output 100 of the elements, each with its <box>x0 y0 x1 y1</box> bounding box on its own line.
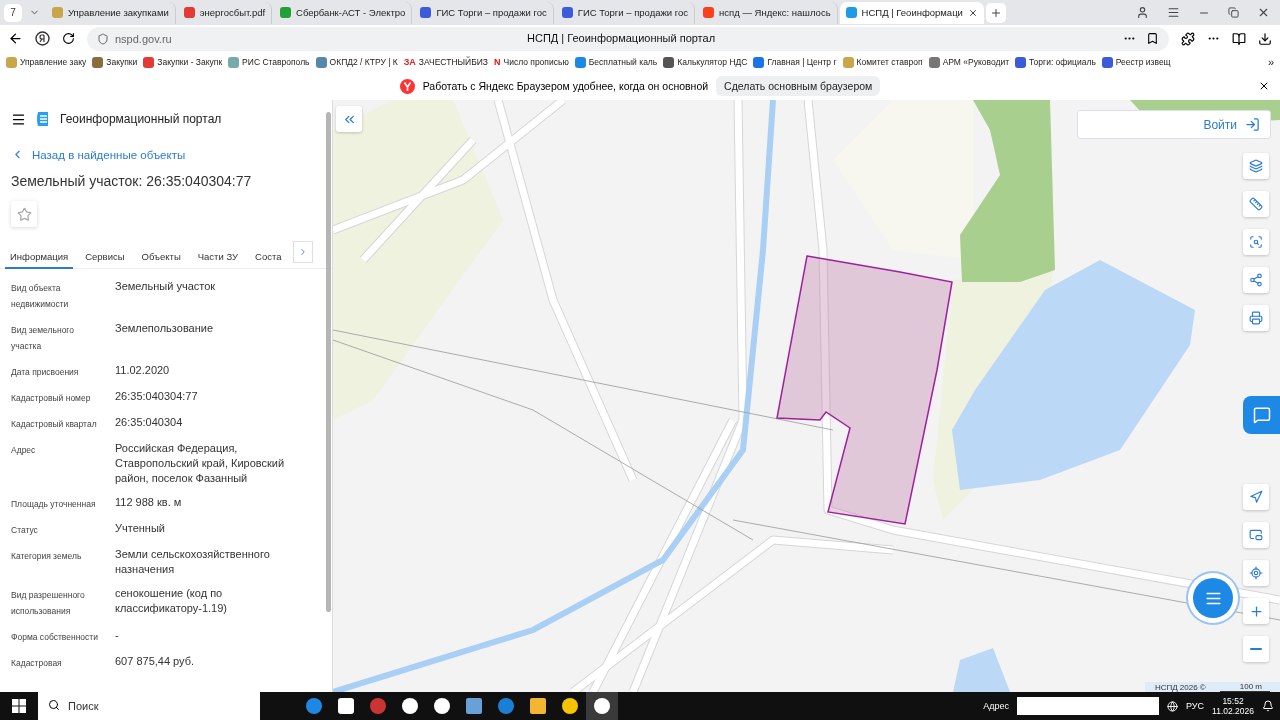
bookmark-link[interactable]: Реестр извещ <box>1101 56 1171 68</box>
favicon-icon <box>92 56 104 68</box>
property-value: - <box>115 628 120 643</box>
layers-button[interactable] <box>1243 153 1269 179</box>
bookmark-link[interactable]: Закупки <box>92 56 138 68</box>
close-icon[interactable] <box>1258 80 1270 92</box>
property-value: 11.02.2020 <box>115 363 171 378</box>
property-label: Вид земельного участка <box>11 324 75 353</box>
browser-tab[interactable]: нспд — Яндекс: нашлось <box>697 1 838 24</box>
minimap-button[interactable] <box>1243 522 1269 548</box>
ruler-button[interactable] <box>1243 191 1269 217</box>
profile-icon[interactable] <box>1136 6 1149 19</box>
info-tab[interactable]: Информация <box>5 239 74 269</box>
home-circle-icon[interactable] <box>35 31 50 46</box>
make-default-button[interactable]: Сделать основным браузером <box>716 76 881 96</box>
favicon-icon <box>280 7 292 18</box>
browser-tab[interactable]: НСПД | Геоинформаци <box>839 1 984 24</box>
object-title: Земельный участок: 26:35:040304:77 <box>10 172 253 189</box>
share-icon <box>1249 273 1263 287</box>
property-value: Земли сельскохозяйственного назначения <box>115 547 271 577</box>
app-icon <box>338 698 354 714</box>
taskbar-search-field[interactable]: Поиск <box>38 692 260 720</box>
more-bookmarks-button[interactable]: » <box>1267 56 1274 68</box>
property-label: Площадь уточненная <box>11 498 97 511</box>
share-button[interactable] <box>1243 267 1269 293</box>
property-label: Категория земель <box>11 550 83 563</box>
property-value: Земельный участок <box>115 279 217 294</box>
print-button[interactable] <box>1243 305 1269 331</box>
property-value: 26:35:040304 <box>115 415 184 430</box>
shield-icon <box>97 32 109 45</box>
zoom-in-button[interactable] <box>1243 598 1269 624</box>
scrollbar[interactable] <box>326 112 331 612</box>
bookmark-link[interactable]: Управление заку <box>6 56 87 68</box>
copyright-text: НСПД 2026 © <box>1154 682 1206 692</box>
favicon-icon <box>315 56 327 68</box>
back-link[interactable]: Назад в найденные объекты <box>0 138 332 161</box>
download-icon[interactable] <box>1258 31 1272 46</box>
network-icon[interactable] <box>1167 700 1179 712</box>
extension-icon[interactable] <box>1181 31 1195 46</box>
collapse-panel-button[interactable] <box>336 106 362 132</box>
bookmark-link[interactable]: ОКПД2 / КТРУ | К <box>315 56 398 68</box>
bookmark-link[interactable]: Торги: официаль <box>1015 56 1096 68</box>
menu-icon[interactable] <box>1167 6 1180 19</box>
clock[interactable]: 15:52 11.02.2026 <box>1212 696 1254 716</box>
browser-tab[interactable]: энергосбыт.pdf <box>177 1 273 24</box>
property-value: Учтенный <box>115 521 166 536</box>
info-tab[interactable]: Объекты <box>136 239 186 269</box>
taskbar-app-button[interactable] <box>586 692 618 720</box>
bookmark-link[interactable]: Калькулятор НДС <box>663 56 748 68</box>
feedback-tab[interactable] <box>1243 396 1280 434</box>
locate-button[interactable] <box>1243 560 1269 586</box>
property-label: Вид объекта недвижимости <box>11 282 70 311</box>
app-icon <box>498 698 514 714</box>
layers-icon <box>1249 159 1263 173</box>
app-icon <box>402 698 418 714</box>
login-icon <box>1245 117 1260 132</box>
printer-icon <box>1249 311 1263 325</box>
browser-tab[interactable]: Сбербанк-АСТ - Электро <box>274 1 413 24</box>
favicon-icon <box>52 7 63 18</box>
bookmark-link[interactable]: АРМ «Руководит <box>928 56 1010 68</box>
property-label: Вид разрешенного использования <box>11 589 86 618</box>
menu-icon[interactable] <box>11 111 26 127</box>
address-field[interactable]: nspd.gov.ru НСПД | Геоинформационный портал <box>87 26 1169 51</box>
info-tab[interactable]: Сервисы <box>80 239 130 269</box>
reader-icon[interactable] <box>1232 31 1246 46</box>
bookmark-link[interactable]: N Число прописью <box>494 57 569 67</box>
bookmark-link[interactable]: Комитет ставроп <box>842 56 923 68</box>
address-toolbar-field[interactable] <box>1017 697 1160 715</box>
browser-tab[interactable]: Управление закупками <box>46 1 176 24</box>
favicon-icon <box>845 7 857 18</box>
app-icon <box>530 698 546 714</box>
property-value: Российская Федерация, Ставропольский край, Кировский район, поселок Фазанный <box>115 441 286 486</box>
notification-icon[interactable] <box>1262 700 1274 712</box>
bookmark-link[interactable]: РИС Ставрополь <box>228 56 310 68</box>
property-label: Статус <box>11 524 39 537</box>
bookmark-icon[interactable] <box>1146 32 1159 45</box>
property-value: 607 875,44 руб. <box>115 654 196 669</box>
favicon-icon <box>143 56 155 68</box>
close-icon[interactable] <box>1257 6 1270 19</box>
navigate-button[interactable] <box>1243 484 1269 510</box>
bookmark-link[interactable]: Бесплатный каль <box>574 56 658 68</box>
favicon-icon <box>928 56 940 68</box>
restore-icon[interactable] <box>1228 7 1239 18</box>
login-button[interactable]: Войти <box>1077 110 1271 139</box>
reload-icon[interactable] <box>62 32 75 45</box>
tab-counter[interactable]: 7 <box>4 3 22 22</box>
address-label: Адрес <box>983 701 1010 711</box>
area-search-button[interactable] <box>1243 229 1269 255</box>
back-icon[interactable] <box>8 31 23 46</box>
zoom-out-button[interactable] <box>1243 636 1269 662</box>
info-tab[interactable]: Соста <box>250 239 287 269</box>
bookmark-link[interactable]: Главная | Центр г <box>753 56 837 68</box>
new-tab-button[interactable] <box>985 2 1006 23</box>
close-icon[interactable] <box>967 7 978 18</box>
bookmark-link[interactable]: Закупки - Закупк <box>143 56 223 68</box>
browser-tab[interactable]: ГИС Торги – продажи гос <box>555 1 696 24</box>
info-tab[interactable]: Части ЗУ <box>192 239 244 269</box>
browser-tab[interactable]: ГИС Торги – продажи гос <box>414 1 554 24</box>
language-indicator[interactable]: РУС <box>1186 701 1205 711</box>
bookmark-link[interactable]: ЗА ЗАЧЕСТНЫЙБИЗ <box>403 57 488 67</box>
